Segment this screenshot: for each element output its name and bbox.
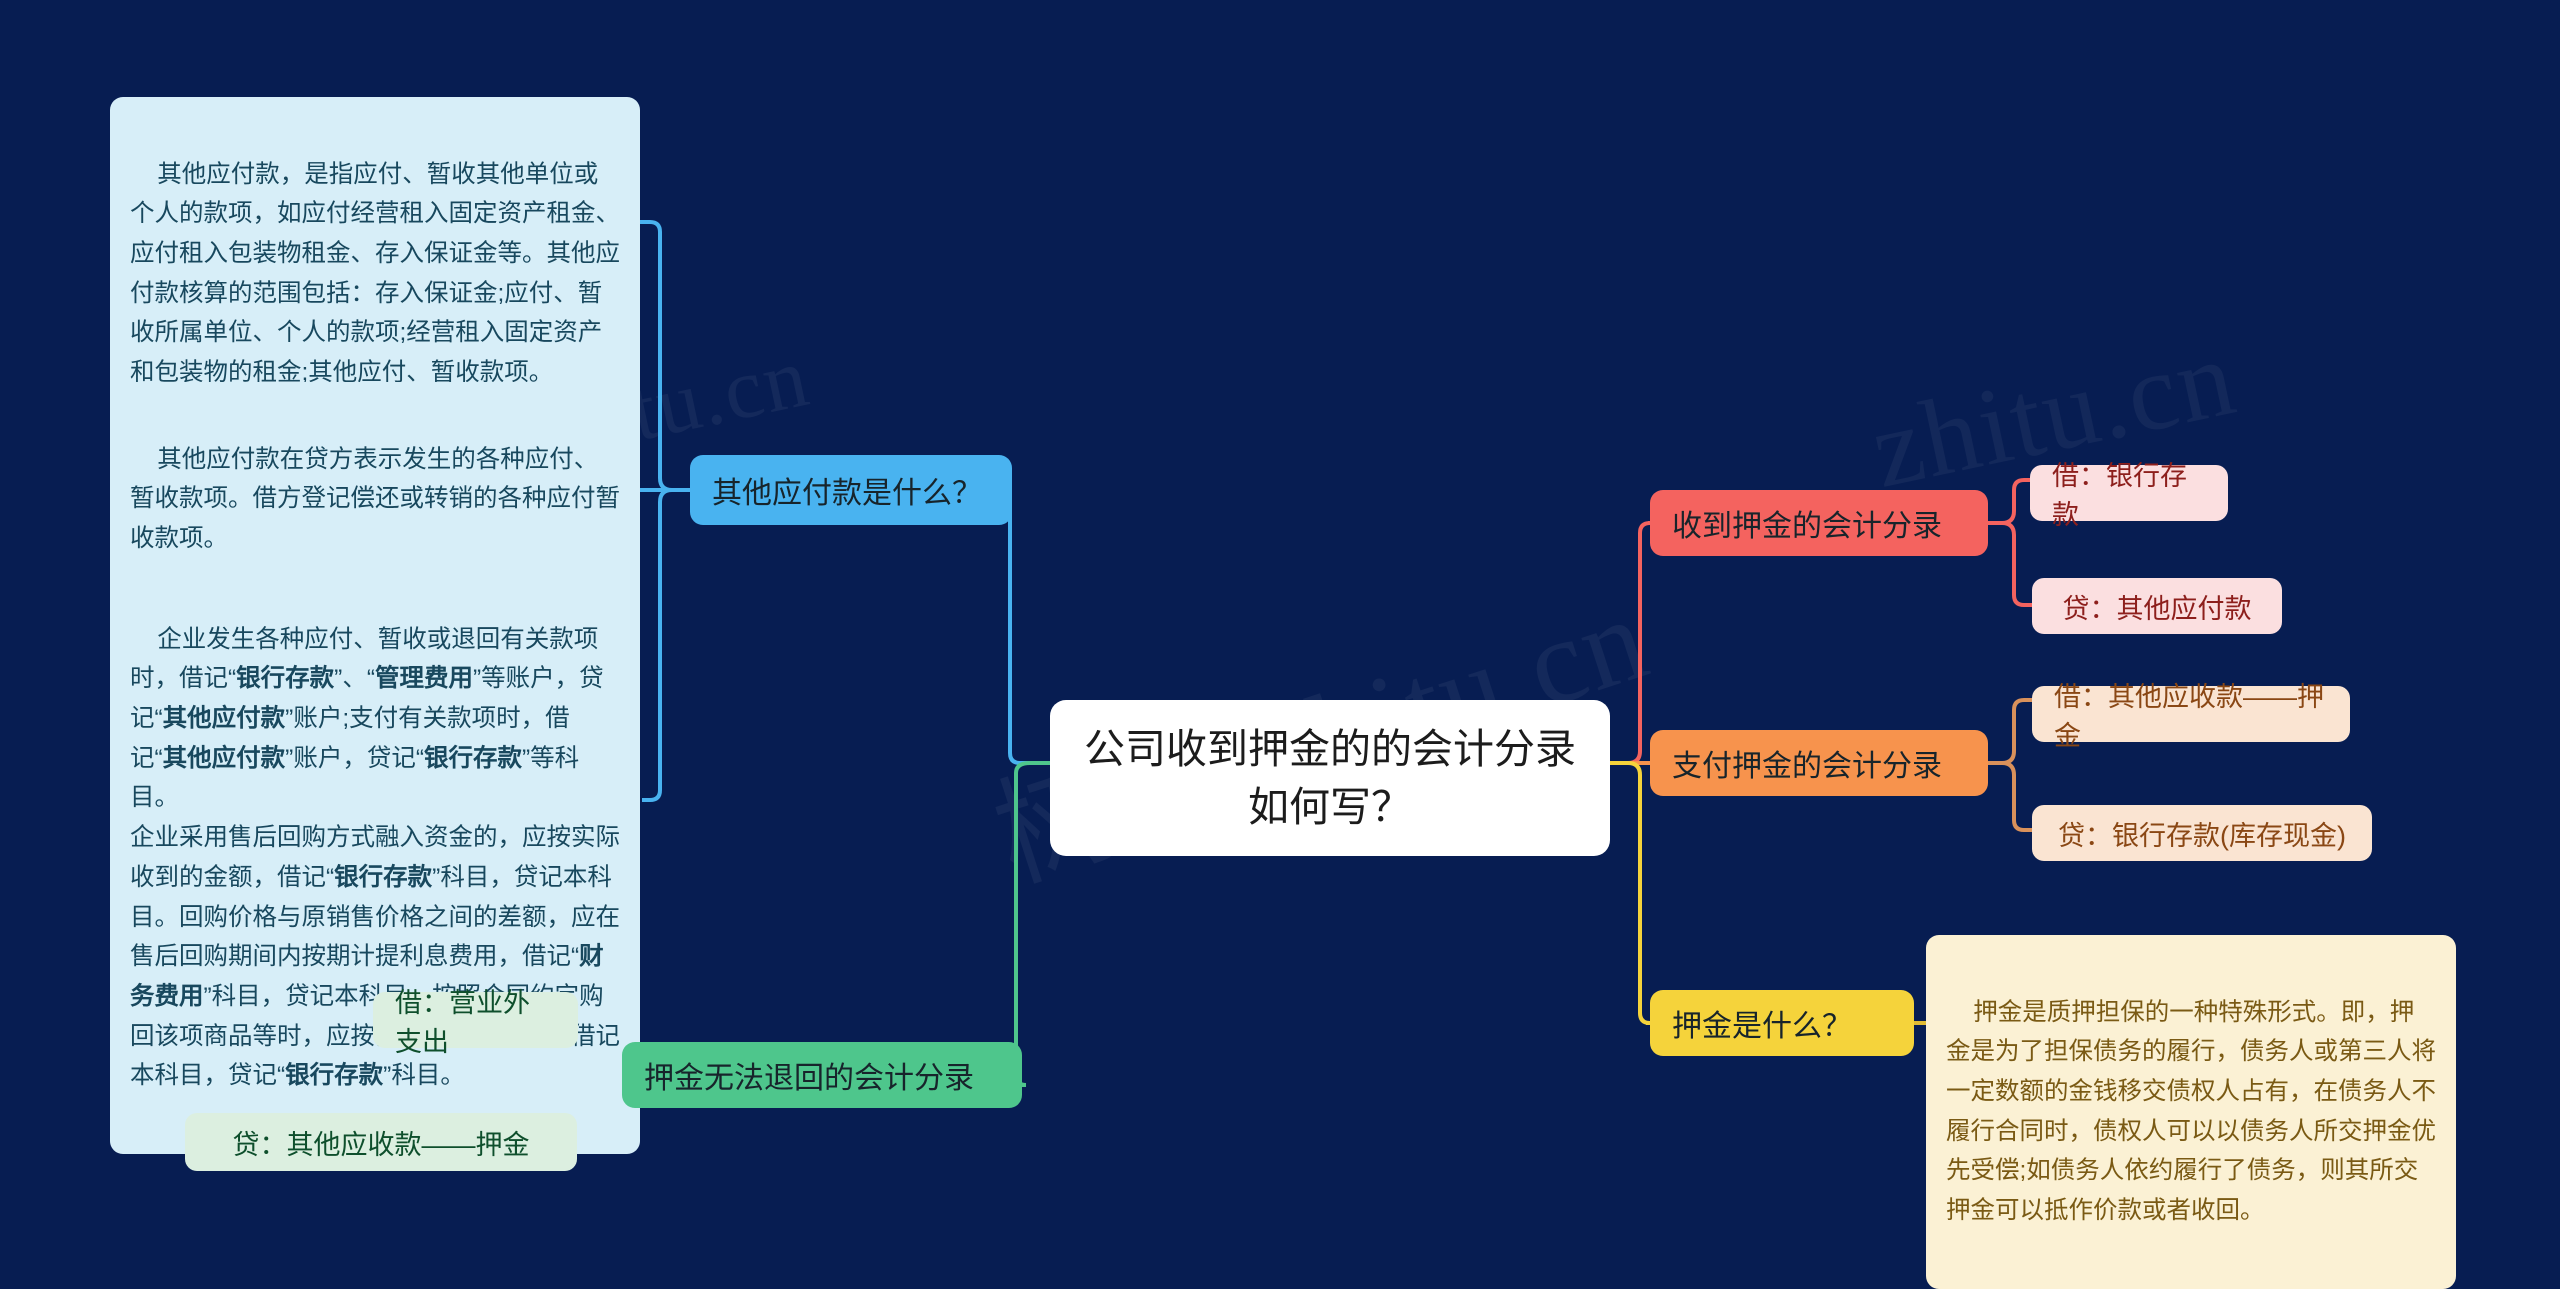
root-label: 公司收到押金的的会计分录如何写？: [1084, 726, 1576, 831]
branch-what-is-deposit[interactable]: 押金是什么？: [1650, 990, 1914, 1056]
note-other-payables-direction-text: 其他应付款在贷方表示发生的各种应付、暂收款项。借方登记偿还或转销的各种应付暂收款…: [130, 445, 620, 553]
leaf-non-refundable-credit[interactable]: 贷：其他应收款——押金: [185, 1113, 577, 1171]
branch-pay-deposit-label: 支付押金的会计分录: [1672, 750, 1942, 783]
leaf-receive-deposit-credit-label: 贷：其他应付款: [2062, 593, 2252, 624]
note-other-payables-entries[interactable]: 企业发生各种应付、暂收或退回有关款项时，借记“银行存款”、“管理费用”等账户，贷…: [110, 562, 640, 1154]
branch-what-is-deposit-label: 押金是什么？: [1672, 1010, 1852, 1043]
leaf-non-refundable-credit-label: 贷：其他应收款——押金: [232, 1129, 530, 1160]
branch-pay-deposit[interactable]: 支付押金的会计分录: [1650, 730, 1988, 796]
leaf-pay-deposit-debit[interactable]: 借：其他应收款——押金: [2032, 682, 2350, 751]
branch-receive-deposit[interactable]: 收到押金的会计分录: [1650, 490, 1988, 556]
branch-receive-deposit-label: 收到押金的会计分录: [1672, 510, 1942, 543]
leaf-non-refundable-debit-label: 借：营业外支出: [395, 988, 530, 1057]
root-node[interactable]: 公司收到押金的的会计分录如何写？: [1050, 700, 1610, 857]
leaf-non-refundable-debit[interactable]: 借：营业外支出: [373, 988, 578, 1057]
note-deposit-definition-text: 押金是质押担保的一种特殊形式。即，押金是为了担保债务的履行，债务人或第三人将一定…: [1946, 998, 2436, 1225]
leaf-pay-deposit-credit-label: 贷：银行存款(库存现金): [2058, 820, 2346, 851]
note-deposit-definition[interactable]: 押金是质押担保的一种特殊形式。即，押金是为了担保债务的履行，债务人或第三人将一定…: [1926, 935, 2456, 1289]
branch-other-payables[interactable]: 其他应付款是什么？: [690, 455, 1012, 525]
mindmap-canvas: zhitu.cn zhitu.cn 树图 zhitu.cn 公司收到押金的的会计…: [0, 0, 2560, 1289]
leaf-pay-deposit-debit-label: 借：其他应收款——押金: [2054, 682, 2324, 751]
note-other-payables-definition-text: 其他应付款，是指应付、暂收其他单位或个人的款项，如应付经营租入固定资产租金、应付…: [130, 160, 620, 387]
leaf-receive-deposit-debit[interactable]: 借：银行存款: [2030, 461, 2228, 530]
leaf-receive-deposit-debit-label: 借：银行存款: [2052, 461, 2187, 530]
leaf-receive-deposit-credit[interactable]: 贷：其他应付款: [2032, 578, 2282, 634]
branch-non-refundable-deposit-label: 押金无法退回的会计分录: [644, 1062, 974, 1095]
leaf-pay-deposit-credit[interactable]: 贷：银行存款(库存现金): [2032, 805, 2372, 861]
branch-other-payables-label: 其他应付款是什么？: [712, 477, 982, 510]
branch-non-refundable-deposit[interactable]: 押金无法退回的会计分录: [622, 1042, 1022, 1108]
